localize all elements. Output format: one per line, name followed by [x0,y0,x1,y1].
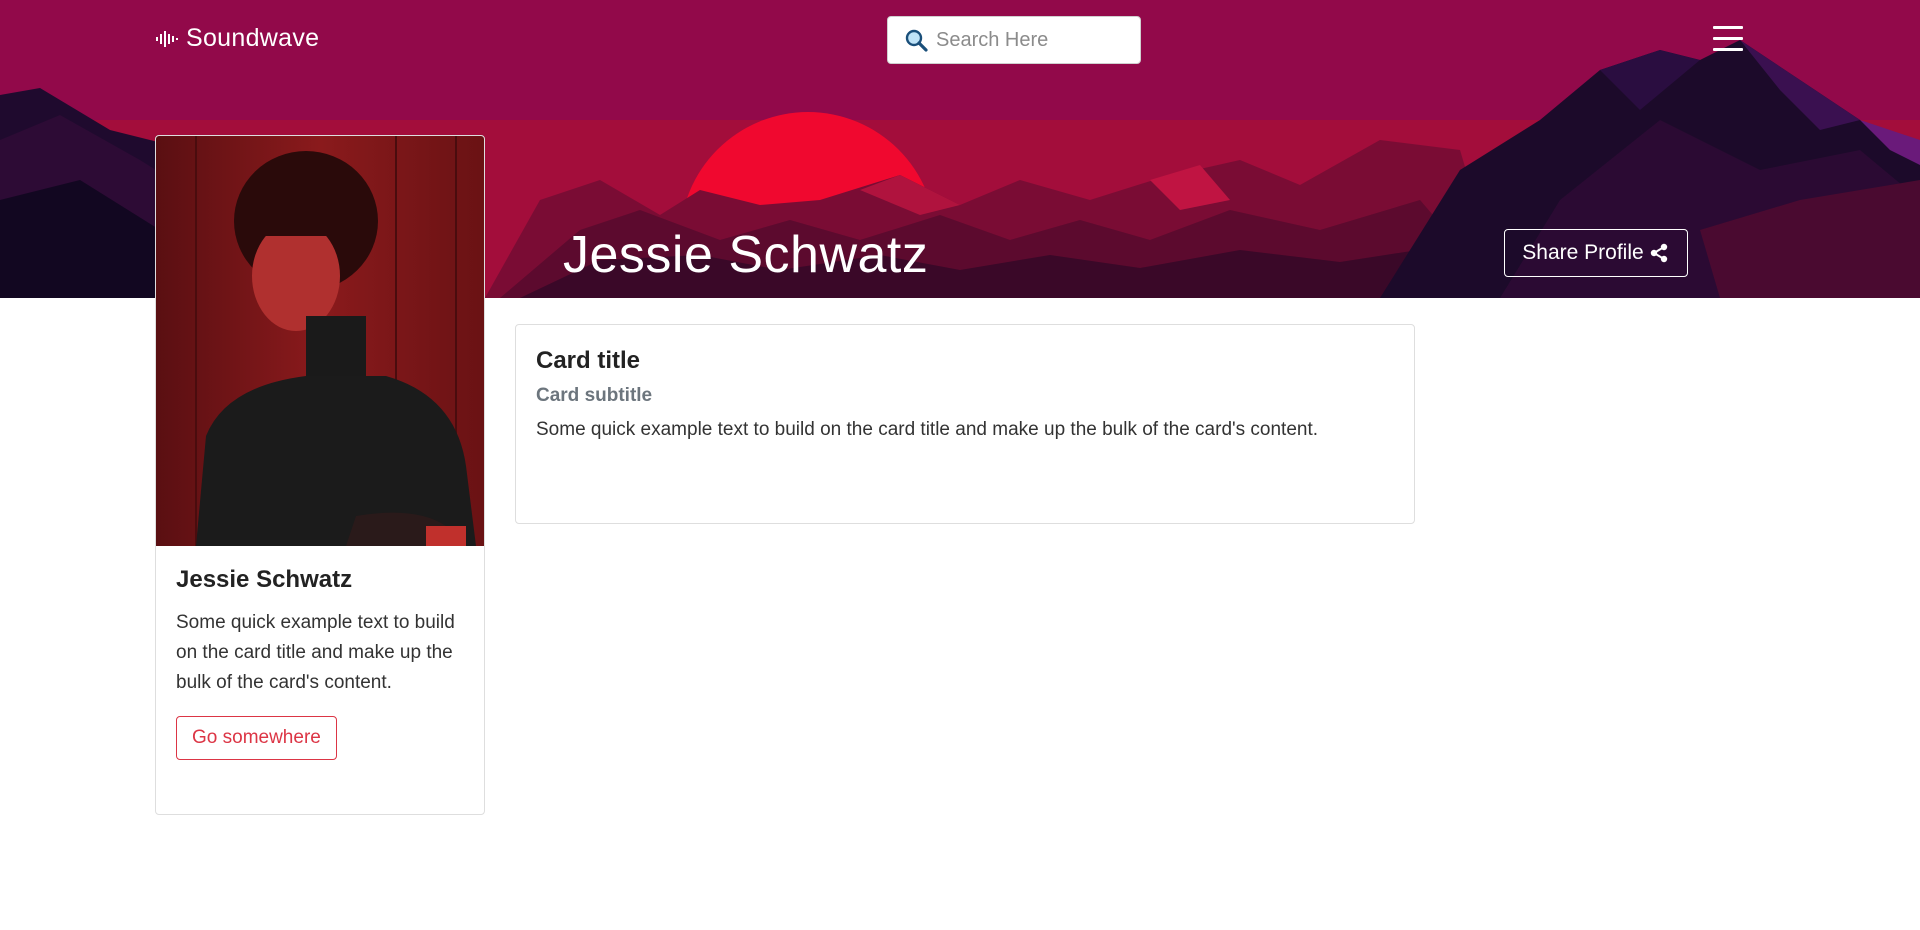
info-card-text: Some quick example text to build on the … [536,419,1319,440]
search-input[interactable] [936,28,1116,52]
profile-photo [156,136,484,546]
magnifying-glass-icon [904,28,928,52]
profile-card-text: Some quick example text to build on the … [176,612,455,693]
share-profile-button[interactable]: Share Profile [1504,229,1688,277]
soundwave-icon [156,30,178,48]
info-card: Card title Card subtitle Some quick exam… [515,324,1415,524]
brand-logo[interactable]: Soundwave [156,24,319,53]
go-somewhere-button[interactable]: Go somewhere [176,716,337,760]
profile-card-title: Jessie Schwatz [176,566,353,593]
hamburger-menu-icon[interactable] [1713,26,1743,52]
info-card-subtitle: Card subtitle [536,385,653,406]
info-card-title: Card title [536,347,641,374]
brand-name: Soundwave [186,24,320,52]
share-icon [1648,242,1670,264]
profile-card: Jessie Schwatz Some quick example text t… [155,135,485,815]
share-profile-label: Share Profile [1522,241,1644,264]
search-box[interactable] [887,16,1141,64]
profile-name-heading: Jessie Schwatz [563,226,929,284]
